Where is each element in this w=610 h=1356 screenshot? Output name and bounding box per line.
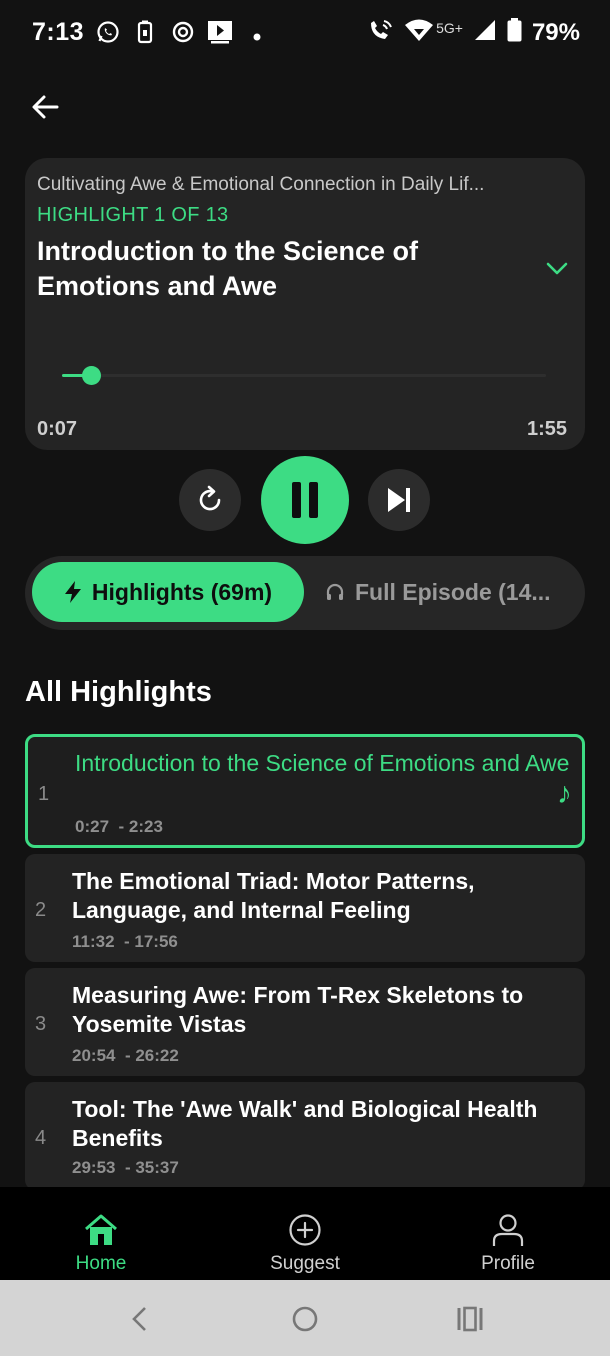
headphones-icon xyxy=(326,583,344,600)
full-episode-tab[interactable]: Full Episode (14... xyxy=(325,562,575,622)
highlight-time: 0:27 - 2:23 xyxy=(75,817,163,836)
section-title: All Highlights xyxy=(25,676,212,708)
mode-toggle: Highlights (69m) Full Episode (14... xyxy=(25,556,585,630)
dot-icon xyxy=(253,28,261,46)
system-recents-button[interactable] xyxy=(453,1302,487,1336)
highlight-number: 3 xyxy=(35,1013,47,1035)
battery-icon xyxy=(507,18,522,47)
highlight-title: Introduction to the Science of Emotions … xyxy=(37,236,419,301)
chevron-left-icon xyxy=(132,1307,146,1331)
nav-profile-label: Profile xyxy=(481,1253,535,1274)
progress-slider[interactable] xyxy=(62,366,546,385)
music-note-icon: ♪ xyxy=(557,777,572,810)
circle-icon xyxy=(292,1306,318,1332)
full-episode-tab-label: Full Episode (14... xyxy=(355,578,551,605)
highlights-tab[interactable]: Highlights (69m) xyxy=(32,562,304,622)
back-button[interactable] xyxy=(26,88,64,126)
nav-suggest[interactable]: Suggest xyxy=(225,1187,385,1280)
media-icon xyxy=(207,20,233,49)
plus-circle-icon xyxy=(286,1211,324,1249)
wifi-icon xyxy=(404,18,434,47)
recents-icon xyxy=(457,1306,483,1332)
battery-saver-icon xyxy=(137,20,153,49)
network-label: 5G+ xyxy=(436,19,463,36)
lightning-icon xyxy=(64,581,81,603)
highlight-number: 4 xyxy=(35,1127,47,1149)
highlight-item[interactable]: 4 Tool: The 'Awe Walk' and Biological He… xyxy=(25,1082,585,1190)
highlight-time: 11:32 - 17:56 xyxy=(72,932,178,951)
chevron-down-icon[interactable] xyxy=(543,254,571,282)
highlight-time: 20:54 - 26:22 xyxy=(72,1046,179,1065)
user-icon xyxy=(489,1211,527,1249)
highlight-number: 1 xyxy=(38,783,50,805)
highlight-item-title: The Emotional Triad: Motor Patterns, Lan… xyxy=(72,868,475,923)
highlight-item[interactable]: 3 Measuring Awe: From T-Rex Skeletons to… xyxy=(25,968,585,1076)
pause-button[interactable] xyxy=(261,456,349,544)
home-icon xyxy=(82,1211,120,1249)
wifi-calling-icon xyxy=(368,18,394,47)
highlight-item-title: Tool: The 'Awe Walk' and Biological Heal… xyxy=(72,1096,538,1151)
replay-icon xyxy=(199,485,221,511)
highlight-item[interactable]: 2 The Emotional Triad: Motor Patterns, L… xyxy=(25,854,585,962)
highlights-tab-label: Highlights (69m) xyxy=(91,578,273,605)
highlight-time: 29:53 - 35:37 xyxy=(72,1158,179,1177)
nav-home[interactable]: Home xyxy=(21,1187,181,1280)
replay-button[interactable] xyxy=(179,469,241,531)
skip-next-icon xyxy=(388,488,410,512)
highlight-item-title: Introduction to the Science of Emotions … xyxy=(75,750,570,776)
whatsapp-icon xyxy=(96,20,120,49)
total-time: 1:55 xyxy=(526,418,567,440)
signal-icon xyxy=(473,18,497,47)
highlight-item[interactable]: 1 Introduction to the Science of Emotion… xyxy=(25,734,585,848)
battery-level: 79% xyxy=(531,18,580,46)
system-home-button[interactable] xyxy=(288,1302,322,1336)
highlight-count: HIGHLIGHT 1 OF 13 xyxy=(37,204,229,226)
status-bar: 7:13 5G+ 79% xyxy=(0,0,610,68)
skip-next-button[interactable] xyxy=(368,469,430,531)
nav-home-label: Home xyxy=(75,1253,127,1274)
pause-icon xyxy=(292,482,318,518)
player-card: Cultivating Awe & Emotional Connection i… xyxy=(25,158,585,450)
progress-thumb[interactable] xyxy=(82,366,102,385)
highlight-number: 2 xyxy=(35,899,47,921)
nav-suggest-label: Suggest xyxy=(270,1253,340,1274)
arrow-left-icon xyxy=(32,95,59,119)
system-nav-bar xyxy=(0,1280,610,1356)
highlight-item-title: Measuring Awe: From T-Rex Skeletons to Y… xyxy=(72,982,524,1037)
system-back-button[interactable] xyxy=(122,1302,156,1336)
nav-profile[interactable]: Profile xyxy=(428,1187,588,1280)
episode-title: Cultivating Awe & Emotional Connection i… xyxy=(37,174,485,195)
vpn-icon xyxy=(171,20,195,49)
current-time: 0:07 xyxy=(37,418,78,440)
status-time: 7:13 xyxy=(32,18,85,46)
bottom-nav: Home Suggest Profile xyxy=(0,1187,610,1280)
